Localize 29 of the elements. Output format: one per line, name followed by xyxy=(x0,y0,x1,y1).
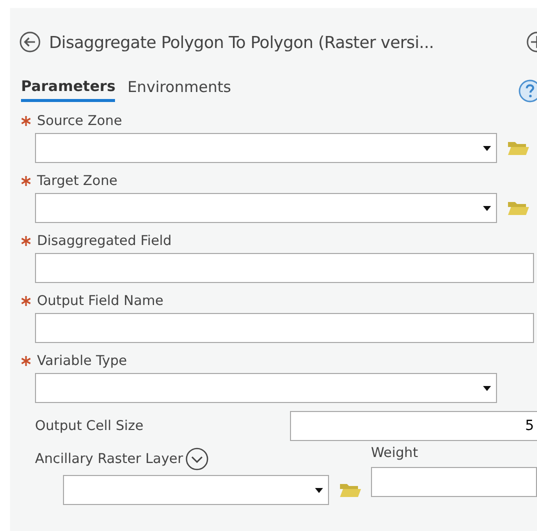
folder-icon[interactable] xyxy=(339,481,361,499)
help-icon[interactable] xyxy=(518,78,537,102)
dropdown-field[interactable] xyxy=(35,373,497,403)
field-label: Ancillary Raster Layer xyxy=(35,451,184,467)
caret-icon xyxy=(483,146,491,150)
field-label: Source Zone xyxy=(37,113,122,129)
field-label: Output Field Name xyxy=(37,293,164,309)
caret-icon xyxy=(315,488,323,492)
input-field[interactable]: 5 xyxy=(290,411,537,441)
tab[interactable]: Parameters xyxy=(21,79,116,102)
expand-icon[interactable] xyxy=(185,447,210,471)
field-label: Target Zone xyxy=(37,173,118,189)
tab[interactable]: Environments xyxy=(127,78,232,103)
field-label: Weight xyxy=(371,445,420,461)
field-label: Disaggregated Field xyxy=(37,233,172,249)
field-label: Variable Type xyxy=(37,353,127,369)
folder-icon[interactable] xyxy=(507,139,529,157)
field-label: Output Cell Size xyxy=(35,418,144,434)
dropdown-field[interactable] xyxy=(35,133,497,163)
tool-title: Disaggregate Polygon To Polygon (Raster versi... xyxy=(49,32,434,52)
input-field[interactable] xyxy=(35,253,534,283)
input-field[interactable] xyxy=(35,313,534,343)
dropdown-field[interactable] xyxy=(63,475,329,505)
dropdown-field[interactable] xyxy=(35,193,497,223)
folder-icon[interactable] xyxy=(507,199,529,217)
caret-icon xyxy=(483,206,491,210)
caret-icon xyxy=(483,386,491,390)
back-icon[interactable] xyxy=(19,31,41,53)
input-field[interactable] xyxy=(371,467,537,497)
